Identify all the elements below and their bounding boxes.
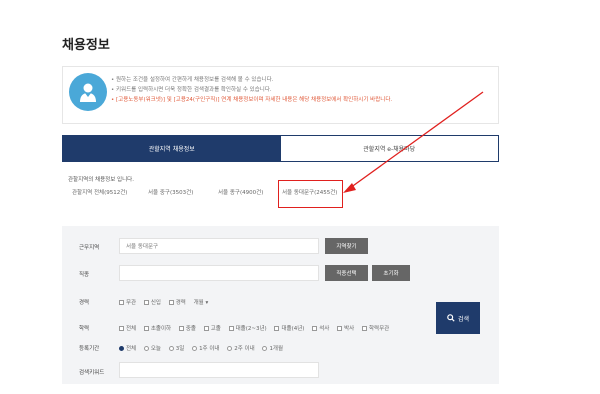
radio-button[interactable] [192,346,198,351]
education-options: 전체 초졸이하 중졸 고졸 대졸(2~3년) 대졸(4년) 석사 박사 학력무관 [119,324,395,332]
highlight-annotation-box [278,180,343,208]
period-option: 3일 [168,344,184,352]
checkbox[interactable] [274,326,280,331]
checkbox[interactable] [203,326,209,331]
tab-e-recruit[interactable]: 관할지역 e-채용마당 [280,136,498,161]
education-option: 전체 [119,324,136,332]
search-button[interactable]: 검색 [436,302,480,334]
radio-button[interactable] [143,346,149,351]
search-icon [447,314,455,322]
career-option[interactable]: 신입 [143,298,161,306]
career-label: 경력 [79,300,90,306]
checkbox[interactable] [361,326,367,331]
notice-box: • 원하는 조건을 설정하여 간편하게 채용정보를 검색해 볼 수 있습니다. … [62,66,499,124]
education-option: 대졸(4년) [274,324,304,332]
location-field[interactable]: 서울 동대문구 [119,238,319,254]
checkbox[interactable] [178,326,184,331]
education-option: 대졸(2~3년) [228,324,267,332]
tab-local-jobs[interactable]: 관할지역 채용정보 [63,136,281,161]
filter-link[interactable]: 서울 종구(4900건) [218,188,263,196]
career-option[interactable]: 경력 [168,298,186,306]
radio-button[interactable] [227,346,233,351]
period-option: 전체 [119,344,136,352]
period-options: 전체 오늘 3일 1주 이내 2주 이내 1개월 [119,344,289,352]
radio-button[interactable] [262,346,268,351]
radio-button[interactable] [119,346,124,351]
tab-bar: 관할지역 채용정보 관할지역 e-채용마당 [62,135,499,162]
job-label: 직종 [79,272,90,278]
notice-line: • 원하는 조건을 설정하여 간편하게 채용정보를 검색해 볼 수 있습니다. [111,77,274,83]
period-option: 오늘 [143,344,161,352]
checkbox[interactable] [312,326,318,331]
person-icon [69,73,107,111]
period-option: 2주 이내 [227,344,255,352]
period-option: 1개월 [262,344,283,352]
filter-link[interactable]: 서울 중구(3503건) [148,188,193,196]
search-panel: 근무지역 서울 동대문구 지역찾기 직종 직종선택 초기화 경력 무관 신입 경… [62,226,499,384]
period-option: 1주 이내 [192,344,220,352]
checkbox[interactable] [228,326,234,331]
keyword-input[interactable] [119,362,319,378]
checkbox[interactable] [143,300,149,305]
checkbox[interactable] [168,300,174,305]
education-option: 초졸이하 [143,324,171,332]
checkbox[interactable] [143,326,149,331]
reset-button[interactable]: 초기화 [372,265,410,281]
career-options: 무관 신입 경력 개월 ▾ [119,298,214,306]
checkbox[interactable] [119,326,124,331]
education-label: 학력 [79,326,90,332]
radio-button[interactable] [168,346,174,351]
notice-line: • 키워드를 입력하시면 더욱 정확한 검색결과를 확인하실 수 있습니다. [111,87,272,93]
education-option: 박사 [337,324,354,332]
period-label: 등록기간 [79,346,100,352]
results-heading: 관할지역의 채용정보 입니다. [68,177,134,183]
find-location-button[interactable]: 지역찾기 [325,238,368,254]
education-option: 석사 [312,324,329,332]
filter-link-all[interactable]: 관할지역 전체(9512건) [72,188,127,196]
page-title: 채용정보 [62,38,110,53]
select-job-button[interactable]: 직종선택 [325,265,368,281]
education-option: 학력무관 [361,324,389,332]
search-button-label: 검색 [457,315,470,323]
education-option: 중졸 [178,324,196,332]
checkbox[interactable] [119,300,124,305]
career-option[interactable]: 무관 [119,298,136,306]
notice-line-warning: • [고용노동부(워크넷)] 및 [고용24(구인구직)] 연계 채용정보이며 … [111,97,393,103]
education-option: 고졸 [203,324,221,332]
checkbox[interactable] [337,326,343,331]
career-months-select[interactable]: 개월 ▾ [194,298,209,306]
job-field[interactable] [119,265,319,281]
location-label: 근무지역 [79,245,100,251]
keyword-label: 검색키워드 [79,370,105,376]
